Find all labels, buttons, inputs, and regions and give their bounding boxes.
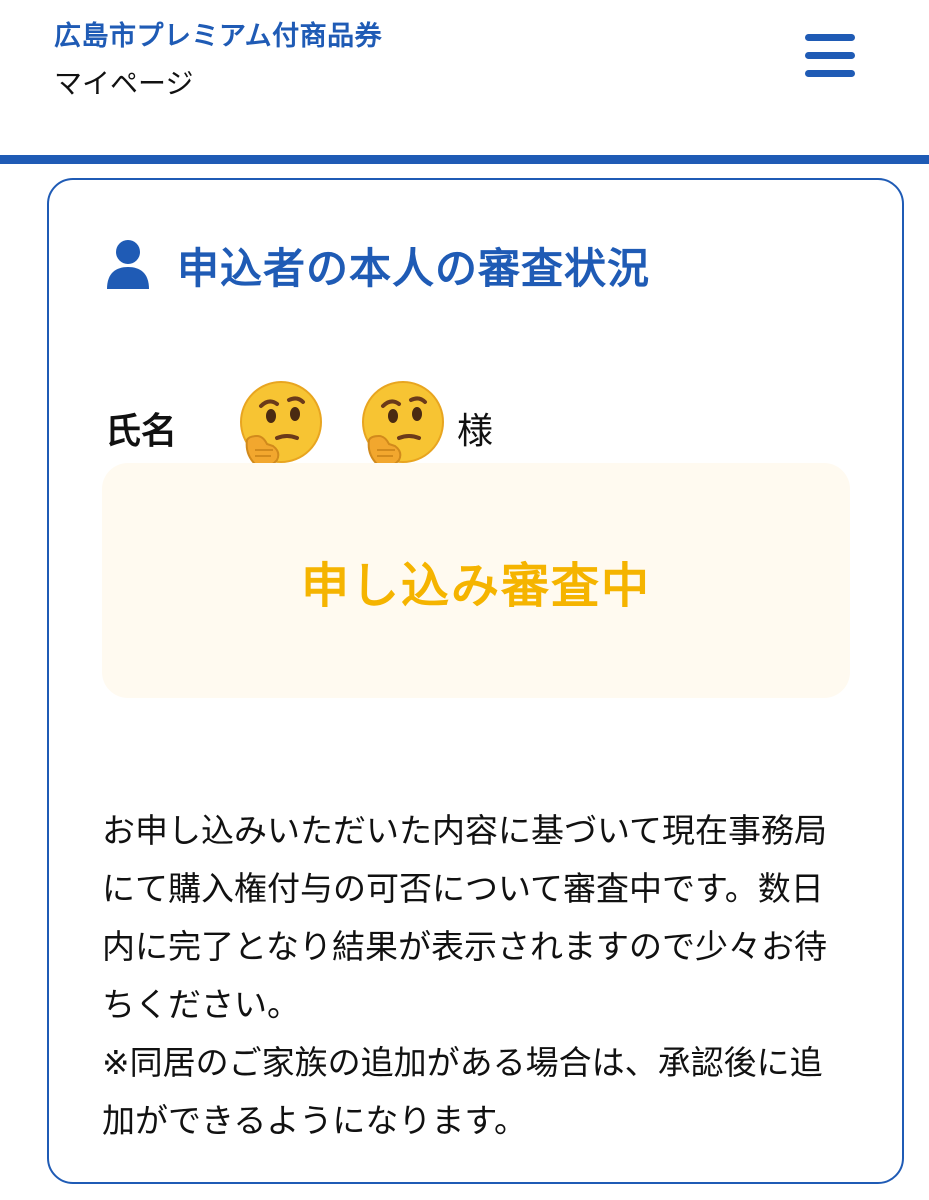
card-title-row: 申込者の本人の審査状況 bbox=[105, 230, 650, 300]
applicant-name-row: 氏名 様 bbox=[105, 380, 805, 472]
status-text: 申し込み審査中 bbox=[300, 557, 651, 614]
screening-status-card: 申込者の本人の審査状況 氏名 様 申し込み審査中 お申し込みいただいた内容に基づ… bbox=[47, 178, 904, 1184]
description-paragraph: お申し込みいただいた内容に基づいて現在事務局にて購入権付与の可否について審査中で… bbox=[102, 811, 828, 1024]
page-subtitle: マイページ bbox=[54, 67, 194, 100]
menu-bar-middle bbox=[805, 52, 855, 59]
header-divider bbox=[0, 155, 929, 164]
page-header: 広島市プレミアム付商品券 マイページ bbox=[0, 0, 929, 155]
person-icon bbox=[107, 240, 149, 289]
family-note: ※同居のご家族の追加がある場合は、承認後に追加ができるようになります。 bbox=[102, 1043, 823, 1140]
hamburger-menu-icon[interactable] bbox=[800, 30, 860, 82]
thinking-face-emoji bbox=[362, 381, 444, 468]
name-label: 氏名 bbox=[105, 411, 178, 452]
status-description: お申し込みいただいた内容に基づいて現在事務局にて購入権付与の可否について審査中で… bbox=[102, 802, 842, 1150]
brand-title[interactable]: 広島市プレミアム付商品券 bbox=[54, 14, 382, 53]
menu-bar-bottom bbox=[805, 70, 855, 77]
thinking-face-emoji bbox=[240, 381, 322, 468]
status-panel: 申し込み審査中 bbox=[102, 463, 850, 698]
honorific-suffix: 様 bbox=[457, 411, 494, 452]
card-title: 申込者の本人の審査状況 bbox=[177, 243, 651, 293]
menu-bar-top bbox=[805, 34, 855, 41]
